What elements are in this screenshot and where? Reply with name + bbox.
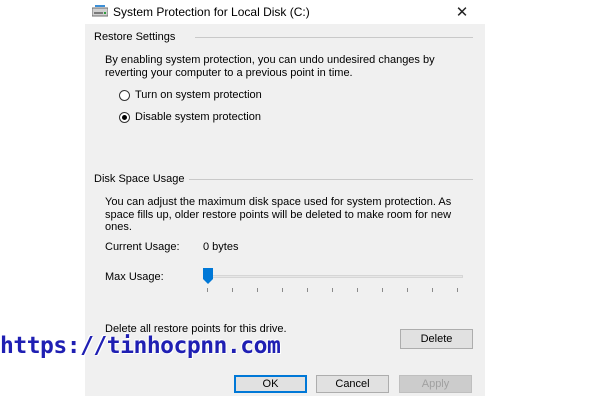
slider-tick (382, 288, 383, 292)
slider-tick (232, 288, 233, 292)
title-bar: System Protection for Local Disk (C:) ✕ (85, 0, 485, 24)
close-icon: ✕ (455, 4, 469, 21)
slider-tick (457, 288, 458, 292)
max-usage-slider[interactable] (203, 268, 465, 294)
ok-button[interactable]: OK (234, 375, 307, 393)
radio-label: Turn on system protection (135, 89, 262, 101)
drive-icon (92, 5, 108, 17)
current-usage-label: Current Usage: (105, 241, 180, 253)
slider-tick (257, 288, 258, 292)
radio-button[interactable] (119, 89, 130, 101)
cancel-button[interactable]: Cancel (316, 375, 389, 393)
slider-tick (432, 288, 433, 292)
disk-space-description: You can adjust the maximum disk space us… (105, 196, 452, 233)
slider-track[interactable] (203, 275, 463, 278)
slider-tick (307, 288, 308, 292)
delete-button[interactable]: Delete (400, 329, 473, 349)
radio-disable-protection[interactable]: Disable system protection (119, 111, 261, 123)
current-usage-value: 0 bytes (203, 241, 239, 253)
max-usage-label: Max Usage: (105, 271, 164, 283)
apply-button[interactable]: Apply (399, 375, 472, 393)
slider-tick (357, 288, 358, 292)
radio-label: Disable system protection (135, 111, 261, 123)
radio-turn-on-protection[interactable]: Turn on system protection (119, 89, 262, 101)
close-button[interactable]: ✕ (439, 0, 485, 24)
window-title: System Protection for Local Disk (C:) (113, 5, 310, 19)
restore-settings-divider (195, 37, 473, 38)
disk-space-usage-label: Disk Space Usage (94, 173, 185, 185)
slider-tick (407, 288, 408, 292)
watermark-url: https://tinhocpnn.com (0, 333, 281, 359)
restore-settings-description: By enabling system protection, you can u… (105, 54, 435, 79)
slider-tick (282, 288, 283, 292)
radio-button-selected[interactable] (119, 111, 130, 123)
slider-tick (207, 288, 208, 292)
disk-space-divider (189, 179, 473, 180)
slider-tick (332, 288, 333, 292)
slider-thumb-icon[interactable] (203, 268, 213, 284)
restore-settings-label: Restore Settings (94, 31, 176, 43)
